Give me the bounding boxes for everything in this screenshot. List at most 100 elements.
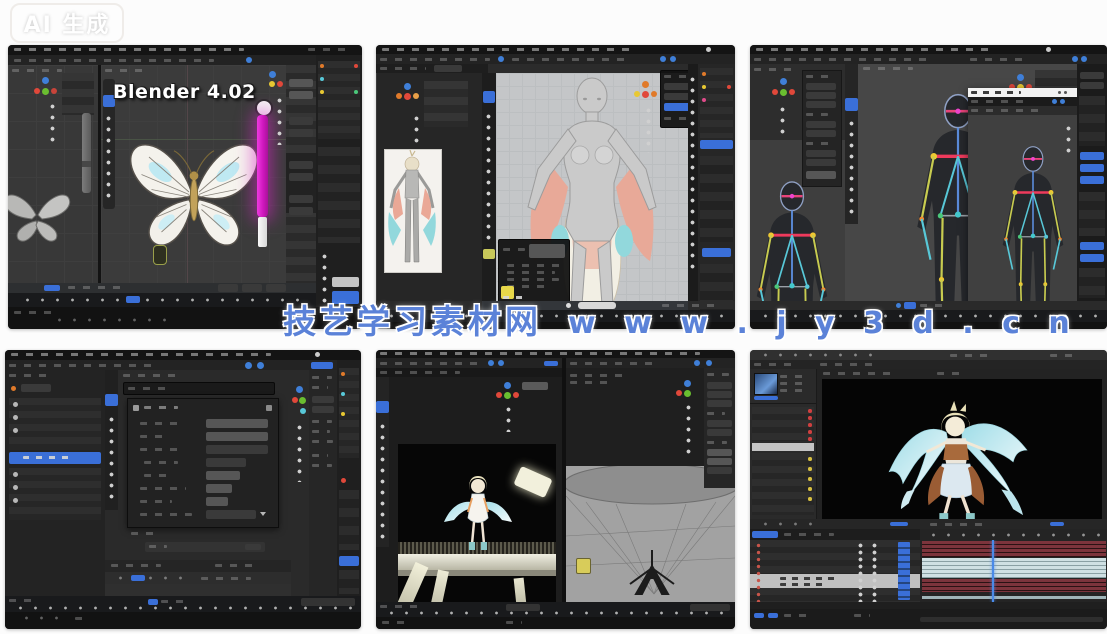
prop-field[interactable] xyxy=(289,161,313,169)
tool-header-bar[interactable] xyxy=(750,54,1107,64)
time-ruler[interactable] xyxy=(920,529,1107,540)
menu-item[interactable] xyxy=(507,278,559,281)
selected-layer-rows[interactable] xyxy=(750,574,920,588)
main-viewport[interactable]: Blender 4.02 xyxy=(101,65,286,283)
outliner-rows[interactable] xyxy=(9,468,101,520)
render-icon[interactable] xyxy=(498,360,504,366)
viewport-toolbar[interactable] xyxy=(482,73,496,301)
view-controls[interactable] xyxy=(1066,123,1071,159)
gizmo-x2-axis-icon[interactable] xyxy=(51,88,57,94)
properties-panel[interactable] xyxy=(704,368,735,488)
snap-icon[interactable] xyxy=(246,57,252,63)
prop-field[interactable] xyxy=(707,391,732,398)
layer-list[interactable] xyxy=(750,540,920,602)
props-rows[interactable] xyxy=(1079,96,1105,146)
option-dots[interactable] xyxy=(297,422,302,482)
timeline-panel[interactable] xyxy=(750,529,1107,609)
row-field[interactable] xyxy=(206,484,232,493)
transport-icons[interactable] xyxy=(754,519,814,529)
track-group-red2[interactable] xyxy=(922,579,1106,592)
track-group-red[interactable] xyxy=(922,541,1106,557)
editor-icons[interactable] xyxy=(690,74,695,274)
window-tool-bar[interactable] xyxy=(968,106,1077,115)
view-controls[interactable] xyxy=(646,105,651,153)
maximize-icon[interactable] xyxy=(1058,91,1061,94)
workspace-tabs[interactable] xyxy=(950,354,990,357)
prop-field[interactable] xyxy=(312,406,334,413)
mini-props-panel[interactable] xyxy=(424,81,468,127)
mini-props-panel[interactable] xyxy=(62,73,94,115)
nav-gizmo-red-icon[interactable] xyxy=(642,91,649,98)
prop-field[interactable] xyxy=(707,400,732,407)
gizmo-cyan-icon[interactable] xyxy=(300,408,306,414)
prop-field[interactable] xyxy=(806,121,836,128)
footer-button[interactable] xyxy=(242,284,262,292)
collection-label[interactable] xyxy=(21,384,51,392)
row-field[interactable] xyxy=(206,497,228,506)
nav-gizmo-blue-icon[interactable] xyxy=(684,380,691,387)
proportional-icon[interactable] xyxy=(498,56,504,62)
props-rows[interactable] xyxy=(339,570,359,594)
tool-header-bar[interactable] xyxy=(8,55,362,65)
row-field[interactable] xyxy=(206,419,268,428)
gizmo-z-axis-icon[interactable] xyxy=(42,77,49,84)
search-field[interactable] xyxy=(123,382,275,395)
window-icon[interactable] xyxy=(1046,47,1051,52)
blue-button[interactable] xyxy=(702,248,731,257)
eye-icon[interactable] xyxy=(13,415,18,420)
panel-tab-bar[interactable] xyxy=(750,360,1107,369)
tool-icons[interactable] xyxy=(754,350,874,360)
prop-field[interactable] xyxy=(806,101,836,108)
viewport-toolbar[interactable] xyxy=(845,64,858,224)
icon-strip[interactable] xyxy=(688,64,698,301)
viewport-toolbar[interactable] xyxy=(376,377,389,547)
lower-editor-header[interactable] xyxy=(105,560,291,572)
viewport-option-dots[interactable] xyxy=(277,95,282,145)
prop-field[interactable] xyxy=(289,129,313,137)
comp-tab-chip[interactable] xyxy=(752,531,778,538)
shading-icon[interactable] xyxy=(694,360,700,366)
blue-button[interactable] xyxy=(1080,254,1104,262)
annotate-button[interactable] xyxy=(483,249,495,259)
render-viewport[interactable] xyxy=(376,358,562,602)
row-field[interactable] xyxy=(206,432,268,441)
viewport-option-dots[interactable] xyxy=(50,101,55,147)
mode-header[interactable] xyxy=(376,64,488,73)
prop-field[interactable] xyxy=(289,79,313,87)
prop-field[interactable] xyxy=(1080,82,1104,89)
eye-icon[interactable] xyxy=(13,472,18,477)
nav-gizmo-red-icon[interactable] xyxy=(676,390,682,396)
selected-item-row[interactable] xyxy=(752,443,814,451)
footer-field[interactable] xyxy=(145,542,265,552)
prop-field[interactable] xyxy=(289,195,313,203)
gizmo-blue-icon[interactable] xyxy=(296,386,303,393)
menu-bar[interactable] xyxy=(5,350,361,360)
gizmo-red-icon[interactable] xyxy=(772,89,778,95)
prop-field[interactable] xyxy=(289,117,313,125)
outliner-rows[interactable] xyxy=(318,61,360,139)
nav-gizmo-blue-icon[interactable] xyxy=(1017,74,1024,81)
nav-gizmo-orange-icon[interactable] xyxy=(642,81,649,88)
wireframe-viewport[interactable] xyxy=(566,358,735,602)
menu-bar[interactable] xyxy=(376,350,735,358)
timeline[interactable] xyxy=(5,596,361,612)
footer-chip[interactable] xyxy=(754,613,764,618)
nav-gizmo-red-icon[interactable] xyxy=(496,392,502,398)
eye-icon[interactable] xyxy=(13,498,18,503)
gizmo-blue-icon[interactable] xyxy=(404,83,411,90)
blue-label[interactable] xyxy=(544,361,558,366)
window-icon[interactable] xyxy=(706,47,711,52)
blue-button[interactable] xyxy=(1080,176,1104,184)
left-viewport[interactable] xyxy=(8,65,98,283)
option-dots[interactable] xyxy=(414,113,419,153)
record-icon[interactable] xyxy=(341,478,346,483)
tool-header-bar[interactable] xyxy=(376,358,562,368)
floating-window[interactable] xyxy=(968,88,1077,317)
menu-item[interactable] xyxy=(507,271,555,274)
props-rows[interactable] xyxy=(700,156,733,242)
outliner-rows[interactable] xyxy=(9,398,101,450)
nav-gizmo-green-icon[interactable] xyxy=(504,392,511,399)
nav-gizmo-yellow-icon[interactable] xyxy=(634,91,640,97)
props-rows[interactable] xyxy=(1079,192,1105,236)
lower-editor-toolbar[interactable] xyxy=(105,572,291,584)
